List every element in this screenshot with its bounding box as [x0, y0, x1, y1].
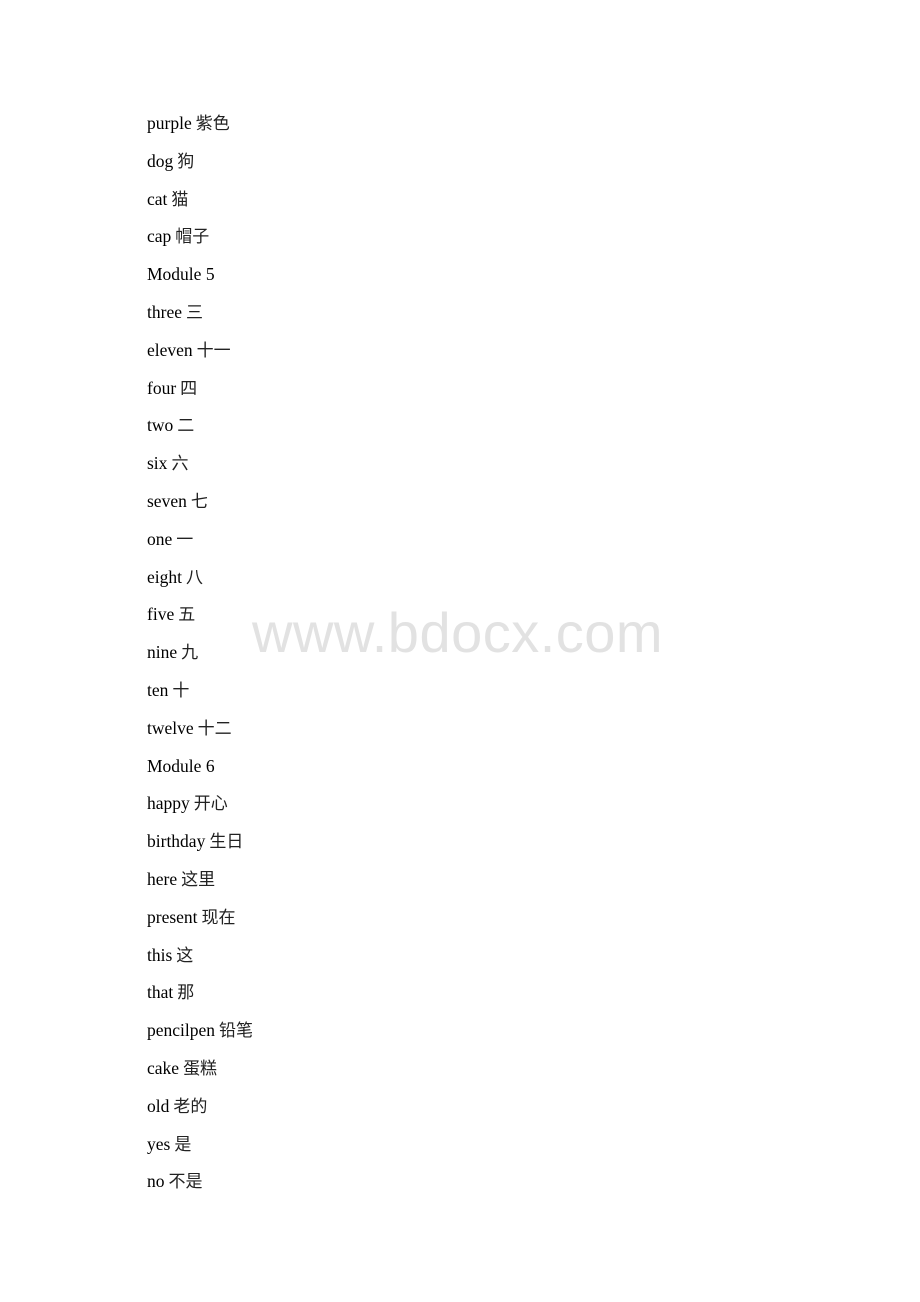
vocabulary-line: this 这 [147, 943, 253, 981]
english-word: that [147, 982, 174, 1003]
vocabulary-line: six 六 [147, 451, 253, 489]
english-word: one [147, 528, 173, 549]
chinese-meaning: 这里 [181, 869, 216, 890]
vocabulary-line: that 那 [147, 980, 253, 1018]
english-word: four [147, 377, 177, 398]
module-title: Module 5 [147, 264, 215, 285]
chinese-meaning: 开心 [193, 794, 228, 815]
chinese-meaning: 蛋糕 [183, 1058, 218, 1079]
chinese-meaning: 三 [185, 302, 203, 323]
english-word: no [147, 1171, 165, 1192]
chinese-meaning: 狗 [177, 151, 195, 172]
english-word: seven [147, 490, 187, 511]
chinese-meaning: 不是 [168, 1172, 203, 1193]
english-word: cake [147, 1057, 180, 1078]
vocabulary-line: seven 七 [147, 489, 253, 527]
chinese-meaning: 四 [180, 378, 198, 399]
module-heading: Module 5 [147, 262, 253, 300]
english-word: six [147, 453, 168, 474]
module-heading: Module 6 [147, 754, 253, 792]
chinese-meaning: 现在 [201, 907, 236, 928]
vocabulary-line: present 现在 [147, 905, 253, 943]
chinese-meaning: 十二 [197, 718, 232, 739]
chinese-meaning: 一 [176, 529, 194, 550]
english-word: cat [147, 188, 168, 209]
watermark-text: www.bdocx.com [252, 601, 664, 664]
chinese-meaning: 那 [177, 983, 195, 1004]
vocabulary-line: cake 蛋糕 [147, 1056, 253, 1094]
english-word: twelve [147, 717, 194, 738]
vocabulary-line: ten 十 [147, 678, 253, 716]
chinese-meaning: 二 [177, 416, 195, 437]
english-word: eight [147, 566, 182, 587]
english-word: old [147, 1095, 170, 1116]
vocabulary-line: old 老的 [147, 1094, 253, 1132]
vocabulary-list: purple 紫色 dog 狗 cat 猫 cap 帽子 Module 5 three 三… [147, 111, 253, 1207]
vocabulary-line: pencilpen 铅笔 [147, 1018, 253, 1056]
english-word: purple [147, 113, 192, 133]
english-word: yes [147, 1133, 171, 1154]
chinese-meaning: 这 [176, 945, 194, 966]
english-word: present [147, 906, 198, 927]
chinese-meaning: 生日 [209, 832, 244, 853]
english-word: three [147, 301, 182, 322]
chinese-meaning: 十一 [196, 340, 231, 361]
vocabulary-line: no 不是 [147, 1169, 253, 1207]
chinese-meaning: 老的 [173, 1096, 208, 1117]
english-word: eleven [147, 339, 193, 360]
chinese-meaning: 九 [181, 643, 199, 664]
english-word: nine [147, 642, 178, 663]
vocabulary-line: yes 是 [147, 1132, 253, 1170]
vocabulary-line: happy 开心 [147, 791, 253, 829]
chinese-meaning: 五 [178, 605, 196, 626]
english-word: two [147, 415, 174, 436]
english-word: dog [147, 150, 174, 171]
vocabulary-line: birthday 生日 [147, 829, 253, 867]
document-page: purple 紫色 dog 狗 cat 猫 cap 帽子 Module 5 three 三… [0, 0, 920, 1302]
english-word: pencilpen [147, 1020, 216, 1041]
vocabulary-line: dog 狗 [147, 149, 253, 187]
vocabulary-line: cat 猫 [147, 187, 253, 225]
chinese-meaning: 猫 [171, 189, 189, 210]
chinese-meaning: 七 [190, 491, 208, 512]
vocabulary-line: four 四 [147, 376, 253, 414]
vocabulary-line: twelve 十二 [147, 716, 253, 754]
vocabulary-line: eleven 十一 [147, 338, 253, 376]
chinese-meaning: 铅笔 [219, 1021, 254, 1042]
chinese-meaning: 八 [186, 567, 203, 588]
chinese-meaning: 十 [172, 680, 190, 701]
vocabulary-line: eight 八 [147, 565, 253, 603]
english-word: ten [147, 679, 169, 700]
english-word: birthday [147, 831, 206, 852]
english-word: happy [147, 793, 190, 814]
vocabulary-line: here 这里 [147, 867, 253, 905]
vocabulary-line: two 二 [147, 413, 253, 451]
vocabulary-line: nine 九 [147, 640, 253, 678]
vocabulary-line: five 五 [147, 602, 253, 640]
vocabulary-line: three 三 [147, 300, 253, 338]
vocabulary-line: one 一 [147, 527, 253, 565]
chinese-meaning: 是 [174, 1134, 192, 1155]
vocabulary-line: purple 紫色 [147, 111, 253, 149]
english-word: here [147, 868, 178, 889]
english-word: this [147, 944, 173, 965]
english-word: cap [147, 226, 172, 247]
english-word: five [147, 604, 175, 625]
chinese-meaning: 六 [171, 454, 189, 475]
module-title: Module 6 [147, 755, 215, 776]
chinese-meaning: 紫色 [195, 114, 230, 134]
vocabulary-line: cap 帽子 [147, 224, 253, 262]
chinese-meaning: 帽子 [175, 227, 210, 248]
